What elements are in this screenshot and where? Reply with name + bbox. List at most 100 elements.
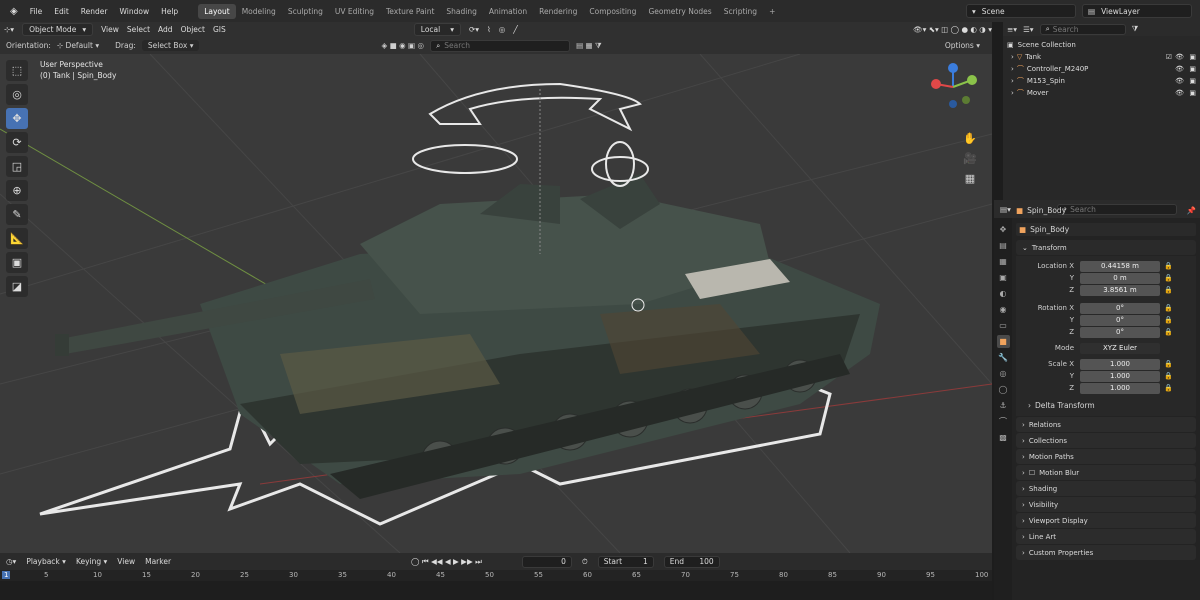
- panel-relations[interactable]: › Relations: [1016, 417, 1196, 432]
- scene-selector[interactable]: ▾ Scene: [966, 4, 1076, 18]
- modifier-tab-icon[interactable]: 🔧: [997, 351, 1010, 364]
- rotation-mode-dropdown[interactable]: XYZ Euler: [1080, 342, 1160, 354]
- constraints-tab-icon[interactable]: ⚓: [997, 399, 1010, 412]
- visibility-eye-icon[interactable]: 👁: [1175, 53, 1184, 61]
- move-tool-icon[interactable]: ✥: [6, 108, 28, 129]
- lock-icon[interactable]: 🔒: [1164, 372, 1173, 380]
- tab-scripting[interactable]: Scripting: [718, 4, 763, 19]
- scene-collection-row[interactable]: ▣ Scene Collection: [1003, 39, 1200, 51]
- orientation-dropdown[interactable]: ⊹ Default ▾: [57, 41, 99, 50]
- checkbox-icon[interactable]: ☑: [1166, 53, 1172, 61]
- object-data-field[interactable]: ■ Spin_Body: [1016, 223, 1196, 236]
- viewport-gizmos-icons[interactable]: 👁▾ ⬉▾ ◫ ◯ ● ◐ ◑ ▾: [913, 25, 992, 34]
- rotation-x-field[interactable]: 0°: [1080, 302, 1160, 314]
- add-cube-tool-icon[interactable]: ▣: [6, 252, 28, 273]
- output-tab-icon[interactable]: ▦: [997, 255, 1010, 268]
- tab-layout[interactable]: Layout: [198, 3, 236, 19]
- expand-chevron-icon[interactable]: ›: [1011, 89, 1014, 97]
- particles-tab-icon[interactable]: ◎: [997, 367, 1010, 380]
- navigation-gizmo[interactable]: [928, 62, 978, 112]
- add-workspace-icon[interactable]: +: [763, 4, 781, 19]
- view-layer-selector[interactable]: ▤ ViewLayer: [1082, 4, 1192, 18]
- annotate-tool-icon[interactable]: ✎: [6, 204, 28, 225]
- world-tab-icon[interactable]: ◉: [997, 303, 1010, 316]
- filter-icon[interactable]: ⧩: [1132, 24, 1139, 34]
- end-frame-field[interactable]: End 100: [663, 555, 720, 568]
- visibility-eye-icon[interactable]: 👁: [1175, 89, 1184, 97]
- render-camera-icon[interactable]: ▣: [1189, 53, 1196, 61]
- lock-icon[interactable]: 🔒: [1164, 316, 1173, 324]
- start-frame-field[interactable]: Start 1: [597, 555, 654, 568]
- lock-icon[interactable]: 🔒: [1164, 360, 1173, 368]
- tab-uv-editing[interactable]: UV Editing: [329, 4, 380, 19]
- rotation-y-field[interactable]: 0°: [1080, 314, 1160, 326]
- viewport-search-input[interactable]: ⌕ Search: [430, 39, 571, 52]
- timeline-view-menu[interactable]: View: [117, 557, 135, 566]
- timeline-ruler[interactable]: 1 5 10 15 20 25 30 35 40 45 50 55 60 65 70 75 80 85 90 95 1…: [0, 570, 992, 581]
- lock-icon[interactable]: 🔒: [1164, 262, 1173, 270]
- playhead[interactable]: 1: [2, 571, 11, 579]
- camera-icon[interactable]: 🎥: [962, 152, 978, 168]
- ortho-grid-icon[interactable]: ▦: [962, 172, 978, 188]
- scale-z-field[interactable]: 1.000: [1080, 382, 1160, 394]
- mode-dropdown[interactable]: Object Mode ▾: [22, 23, 94, 36]
- checkbox-icon[interactable]: ☐: [1029, 469, 1035, 477]
- bookmark-icons[interactable]: ▤ ▦ ⧩: [576, 41, 602, 51]
- outliner-editor-icon[interactable]: ≡▾: [1007, 25, 1017, 34]
- render-camera-icon[interactable]: ▣: [1189, 65, 1196, 73]
- view-menu[interactable]: View: [101, 25, 119, 34]
- add-menu[interactable]: Add: [158, 25, 173, 34]
- outliner-item-controller[interactable]: › ⌒ Controller_M240P 👁 ▣: [1003, 63, 1200, 75]
- panel-line-art[interactable]: › Line Art: [1016, 529, 1196, 544]
- marker-menu[interactable]: Marker: [145, 557, 171, 566]
- delta-transform-subpanel[interactable]: › Delta Transform: [1016, 398, 1196, 412]
- scene-tab-icon[interactable]: ◐: [997, 287, 1010, 300]
- object-menu[interactable]: Object: [181, 25, 205, 34]
- rotation-z-field[interactable]: 0°: [1080, 326, 1160, 338]
- current-frame-field[interactable]: 0: [521, 555, 572, 568]
- location-x-field[interactable]: 0.44158 m: [1080, 260, 1160, 272]
- visibility-eye-icon[interactable]: 👁: [1175, 77, 1184, 85]
- menu-window[interactable]: Window: [114, 7, 156, 16]
- panel-visibility[interactable]: › Visibility: [1016, 497, 1196, 512]
- expand-chevron-icon[interactable]: ›: [1011, 77, 1014, 85]
- lock-icon[interactable]: 🔒: [1164, 274, 1173, 282]
- cursor-tool-icon[interactable]: ◎: [6, 84, 28, 105]
- playback-menu[interactable]: Playback ▾: [26, 557, 66, 566]
- tab-animation[interactable]: Animation: [483, 4, 533, 19]
- panel-motion-blur[interactable]: › ☐ Motion Blur: [1016, 465, 1196, 480]
- keying-menu[interactable]: Keying ▾: [76, 557, 107, 566]
- menu-edit[interactable]: Edit: [48, 7, 75, 16]
- scale-x-field[interactable]: 1.000: [1080, 358, 1160, 370]
- expand-chevron-icon[interactable]: ›: [1011, 65, 1014, 73]
- render-tab-icon[interactable]: ▤: [997, 239, 1010, 252]
- physics-tab-icon[interactable]: ◯: [997, 383, 1010, 396]
- proportional-edit-icon[interactable]: ◎: [499, 25, 506, 34]
- location-y-field[interactable]: 0 m: [1080, 272, 1160, 284]
- tab-compositing[interactable]: Compositing: [583, 4, 642, 19]
- expand-chevron-icon[interactable]: ›: [1011, 53, 1014, 61]
- snap-icon[interactable]: ⌇: [487, 25, 491, 34]
- scale-y-field[interactable]: 1.000: [1080, 370, 1160, 382]
- tab-geometry-nodes[interactable]: Geometry Nodes: [642, 4, 717, 19]
- select-menu[interactable]: Select: [127, 25, 150, 34]
- measure-tool-icon[interactable]: 📐: [6, 228, 28, 249]
- pin-icon[interactable]: 📌: [1187, 206, 1196, 215]
- blender-logo-icon[interactable]: ◈: [4, 6, 24, 17]
- object-tab-icon[interactable]: ■: [996, 335, 1010, 348]
- transform-orientation-dropdown[interactable]: Local ▾: [413, 23, 462, 36]
- properties-editor-icon[interactable]: ▤▾: [1000, 205, 1011, 214]
- outliner-item-tank[interactable]: › ▽ Tank ☑ 👁 ▣: [1003, 51, 1200, 63]
- lock-icon[interactable]: 🔒: [1164, 328, 1173, 336]
- filter-dropdown-icon[interactable]: ☰▾: [1023, 25, 1034, 34]
- 3d-viewport[interactable]: User Perspective (0) Tank | Spin_Body ⬚ …: [0, 54, 992, 553]
- pivot-icon[interactable]: ⟳▾: [469, 25, 479, 34]
- render-camera-icon[interactable]: ▣: [1189, 77, 1196, 85]
- tab-texture-paint[interactable]: Texture Paint: [380, 4, 440, 19]
- panel-custom-properties[interactable]: › Custom Properties: [1016, 545, 1196, 560]
- tool-tab-icon[interactable]: ✥: [997, 223, 1010, 236]
- select-box-tool-icon[interactable]: ⬚: [6, 60, 28, 81]
- outliner-item-mover[interactable]: › ⌒ Mover 👁 ▣: [1003, 87, 1200, 99]
- extra-tool-icon[interactable]: ◪: [6, 276, 28, 297]
- gis-menu[interactable]: GIS: [213, 25, 226, 34]
